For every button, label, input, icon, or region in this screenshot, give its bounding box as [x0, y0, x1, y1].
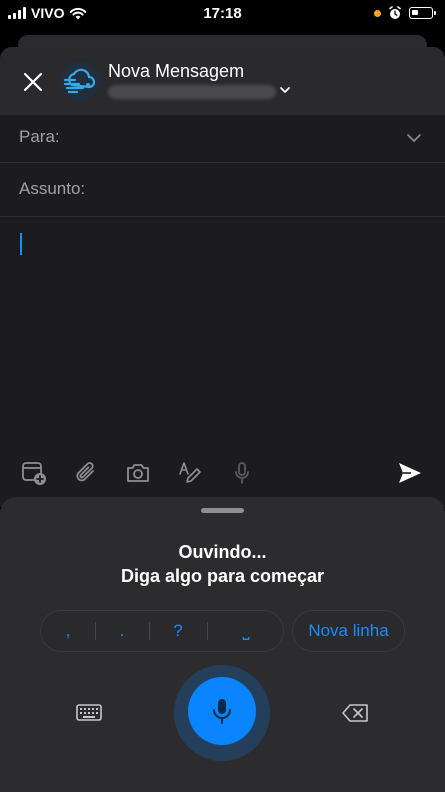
- calendar-add-icon: [22, 462, 46, 485]
- divider: [207, 622, 208, 640]
- keyboard-icon[interactable]: [74, 701, 104, 725]
- new-line-button[interactable]: Nova linha: [292, 610, 405, 652]
- microphone-icon: [213, 699, 231, 724]
- text-cursor: [20, 233, 22, 255]
- close-icon: [23, 72, 43, 92]
- question-key[interactable]: ?: [153, 611, 203, 651]
- battery-icon: [409, 7, 436, 19]
- cloud-logo-icon: [63, 68, 96, 94]
- orange-dot-icon: [374, 9, 381, 17]
- subject-label: Assunto:: [19, 179, 86, 198]
- to-field[interactable]: Para:: [0, 115, 445, 163]
- divider: [95, 622, 96, 640]
- sheet-grabber[interactable]: [201, 508, 244, 513]
- microphone-icon: [235, 462, 249, 484]
- divider: [149, 622, 150, 640]
- listening-text: Ouvindo...: [178, 542, 267, 562]
- to-label: Para:: [19, 127, 60, 146]
- attach-button[interactable]: [72, 459, 100, 487]
- status-bar: VIVO 17:18: [0, 0, 445, 26]
- camera-icon: [127, 464, 149, 482]
- period-key[interactable]: .: [97, 611, 147, 651]
- format-text-button[interactable]: [176, 459, 204, 487]
- calendar-add-button[interactable]: [20, 459, 48, 487]
- compose-sheet: Nova Mensagem Para: Assunto:: [0, 47, 445, 507]
- dictation-panel: Ouvindo... Diga algo para começar , . ? …: [0, 497, 445, 792]
- sender-account-redacted[interactable]: [108, 85, 276, 99]
- prompt-text: Diga algo para começar: [120, 566, 325, 586]
- status-right: [374, 6, 436, 20]
- avatar[interactable]: [60, 61, 100, 101]
- paperclip-icon: [76, 462, 94, 482]
- compose-header: Nova Mensagem: [0, 47, 445, 115]
- microphone-button[interactable]: [188, 677, 256, 745]
- dictation-status: Ouvindo... Diga algo para começar: [0, 540, 445, 588]
- dictate-button[interactable]: [228, 459, 256, 487]
- camera-button[interactable]: [124, 459, 152, 487]
- message-body[interactable]: [0, 219, 445, 449]
- subject-field[interactable]: Assunto:: [0, 163, 445, 217]
- comma-key[interactable]: ,: [43, 611, 93, 651]
- punctuation-bar: , . ? ⎵: [40, 610, 284, 652]
- alarm-icon: [389, 6, 401, 19]
- chevron-down-icon[interactable]: [405, 129, 423, 147]
- compose-title: Nova Mensagem: [108, 61, 245, 81]
- delete-backspace-icon[interactable]: [341, 701, 371, 725]
- close-button[interactable]: [18, 67, 48, 97]
- send-icon: [399, 463, 421, 483]
- compose-toolbar: [0, 453, 445, 493]
- chevron-down-icon[interactable]: [278, 83, 292, 97]
- send-button[interactable]: [396, 459, 424, 487]
- space-key[interactable]: ⎵: [221, 611, 271, 651]
- text-format-icon: [179, 462, 201, 483]
